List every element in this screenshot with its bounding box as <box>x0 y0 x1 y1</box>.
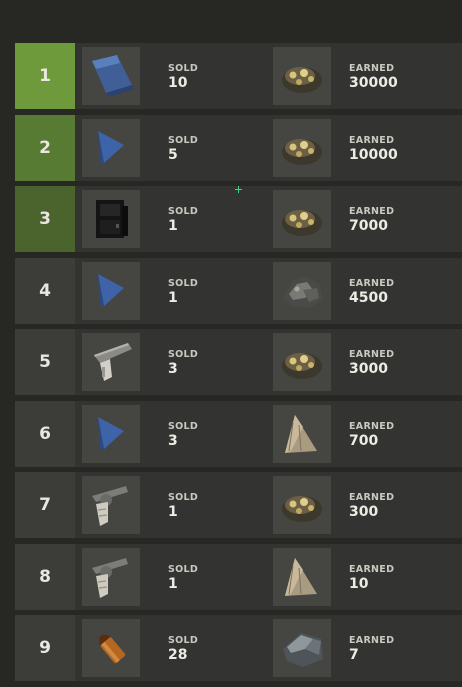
earned-label: EARNED <box>349 206 395 217</box>
earned-stat: EARNED 10000 <box>349 135 398 164</box>
pistol-icon[interactable] <box>82 333 140 391</box>
gold-ore-icon[interactable] <box>273 118 331 177</box>
rank-badge: 8 <box>15 543 75 610</box>
leaderboard-row[interactable]: 9 SOLD 28 EARNED 7 <box>15 615 462 681</box>
sold-stat: SOLD 1 <box>168 278 198 307</box>
rank-badge: 9 <box>15 615 75 681</box>
leaderboard-row[interactable]: 7 SOLD 1 EARNED 300 <box>15 472 462 538</box>
blue-flag-icon[interactable] <box>82 118 140 177</box>
earned-stat: EARNED 30000 <box>349 63 398 92</box>
rank-badge: 4 <box>15 257 75 324</box>
sold-value: 1 <box>168 575 178 592</box>
earned-label: EARNED <box>349 63 395 74</box>
sold-label: SOLD <box>168 420 199 432</box>
sold-value: 10 <box>168 75 188 91</box>
bullet-icon[interactable] <box>82 619 140 677</box>
sold-stat: SOLD 1 <box>168 206 198 235</box>
earned-label: EARNED <box>349 563 395 575</box>
earned-label: EARNED <box>349 277 395 289</box>
rank-badge: 3 <box>15 186 75 252</box>
sold-label: SOLD <box>168 349 199 360</box>
gold-ore-icon[interactable] <box>273 333 331 391</box>
sold-stat: SOLD 3 <box>168 421 198 450</box>
sales-leaderboard: 1 SOLD 10 EARNED 30000 2 SOLD 5 EARNED 1… <box>15 43 462 687</box>
earned-value: 7000 <box>349 218 388 234</box>
sold-label: SOLD <box>168 277 199 289</box>
earned-value: 700 <box>349 432 379 449</box>
earned-stat: EARNED 3000 <box>349 349 394 378</box>
sold-value: 5 <box>168 146 178 163</box>
gold-ore-icon[interactable] <box>273 47 331 105</box>
sold-stat: SOLD 28 <box>168 635 198 664</box>
sold-value: 3 <box>168 432 178 449</box>
sold-label: SOLD <box>168 563 199 575</box>
earned-label: EARNED <box>349 492 395 503</box>
blue-flag-icon[interactable] <box>82 261 140 320</box>
sold-value: 1 <box>168 218 178 234</box>
sold-label: SOLD <box>168 492 199 503</box>
leaderboard-row[interactable]: 2 SOLD 5 EARNED 10000 <box>15 114 462 181</box>
leaderboard-row[interactable]: 5 SOLD 3 EARNED 3000 <box>15 329 462 395</box>
sold-value: 3 <box>168 361 178 377</box>
earned-value: 4500 <box>349 289 388 306</box>
earned-value: 10 <box>349 575 369 592</box>
sold-label: SOLD <box>168 134 199 146</box>
rank-badge: 2 <box>15 114 75 181</box>
blue-flag-icon[interactable] <box>82 404 140 463</box>
leaderboard-row[interactable]: 8 SOLD 1 EARNED 10 <box>15 543 462 610</box>
sold-stat: SOLD 1 <box>168 564 198 593</box>
revolver-icon[interactable] <box>82 476 140 534</box>
sold-stat: SOLD 3 <box>168 349 198 378</box>
sold-label: SOLD <box>168 206 199 217</box>
cursor-crosshair-icon <box>235 186 242 193</box>
earned-stat: EARNED 700 <box>349 421 394 450</box>
sold-stat: SOLD 5 <box>168 135 198 164</box>
blue-tarp-icon[interactable] <box>82 47 140 105</box>
rank-badge: 1 <box>15 43 75 109</box>
earned-label: EARNED <box>349 134 395 146</box>
sold-stat: SOLD 1 <box>168 492 198 521</box>
stone-icon[interactable] <box>273 619 331 677</box>
leaderboard-row[interactable]: 4 SOLD 1 EARNED 4500 <box>15 257 462 324</box>
leaderboard-row[interactable]: 6 SOLD 3 EARNED 700 <box>15 400 462 467</box>
earned-label: EARNED <box>349 349 395 360</box>
gold-ore-icon[interactable] <box>273 190 331 248</box>
earned-stat: EARNED 10 <box>349 564 394 593</box>
earned-value: 7 <box>349 647 359 663</box>
cloth-icon[interactable] <box>273 547 331 606</box>
revolver-icon[interactable] <box>82 547 140 606</box>
earned-label: EARNED <box>349 635 395 646</box>
sold-value: 28 <box>168 647 188 663</box>
earned-stat: EARNED 4500 <box>349 278 394 307</box>
earned-value: 3000 <box>349 361 388 377</box>
leaderboard-row[interactable]: 3 SOLD 1 EARNED 7000 <box>15 186 462 252</box>
cloth-icon[interactable] <box>273 404 331 463</box>
rank-badge: 5 <box>15 329 75 395</box>
earned-stat: EARNED 300 <box>349 492 394 521</box>
sold-value: 1 <box>168 504 178 520</box>
sold-label: SOLD <box>168 635 199 646</box>
earned-stat: EARNED 7000 <box>349 206 394 235</box>
rank-badge: 7 <box>15 472 75 538</box>
black-cabinet-icon[interactable] <box>82 190 140 248</box>
earned-value: 300 <box>349 504 379 520</box>
metal-fragments-icon[interactable] <box>273 261 331 320</box>
sold-stat: SOLD 10 <box>168 63 198 92</box>
sold-value: 1 <box>168 289 178 306</box>
sold-label: SOLD <box>168 63 199 74</box>
earned-value: 30000 <box>349 75 398 91</box>
gold-ore-icon[interactable] <box>273 476 331 534</box>
earned-stat: EARNED 7 <box>349 635 394 664</box>
rank-badge: 6 <box>15 400 75 467</box>
leaderboard-row[interactable]: 1 SOLD 10 EARNED 30000 <box>15 43 462 109</box>
earned-label: EARNED <box>349 420 395 432</box>
earned-value: 10000 <box>349 146 398 163</box>
